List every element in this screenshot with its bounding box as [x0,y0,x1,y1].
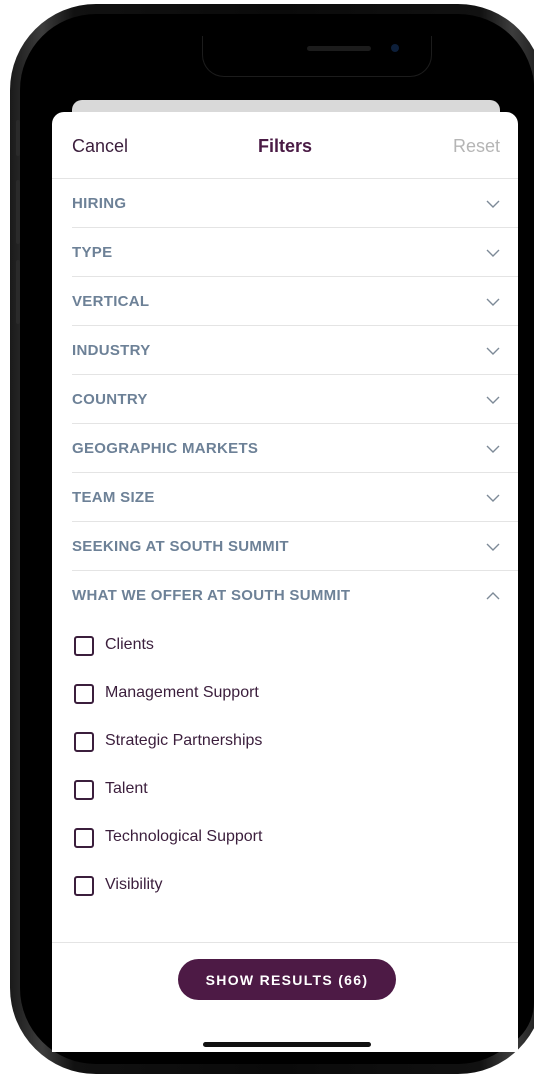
chevron-down-icon[interactable] [486,197,500,211]
filter-row[interactable]: COUNTRY [72,375,518,424]
filter-label: TYPE [72,244,113,261]
filter-row[interactable]: VERTICAL [72,277,518,326]
filter-label: HIRING [72,195,127,212]
filter-row[interactable]: HIRING [72,179,518,228]
reset-button[interactable]: Reset [453,136,500,157]
checkbox[interactable] [74,732,94,752]
checkbox[interactable] [74,780,94,800]
filter-label: WHAT WE OFFER AT SOUTH SUMMIT [72,587,351,604]
footer-divider [52,942,518,943]
option-label: Visibility [105,876,163,893]
filter-row[interactable]: TYPE [72,228,518,277]
option-label: Technological Support [105,828,263,845]
chevron-down-icon[interactable] [486,344,500,358]
filters-sheet: Cancel Filters Reset HIRING TYPE VERTICAL I… [52,112,518,1052]
chevron-down-icon[interactable] [486,491,500,505]
chevron-down-icon[interactable] [486,393,500,407]
filter-row[interactable]: GEOGRAPHIC MARKETS [72,424,518,473]
checkbox[interactable] [74,876,94,896]
front-camera [391,44,399,52]
filter-row[interactable]: INDUSTRY [72,326,518,375]
option-label: Talent [105,780,148,797]
filter-row[interactable]: TEAM SIZE [72,473,518,522]
filter-label: GEOGRAPHIC MARKETS [72,440,259,457]
filter-row[interactable]: SEEKING AT SOUTH SUMMIT [72,522,518,571]
checkbox[interactable] [74,636,94,656]
chevron-down-icon[interactable] [486,295,500,309]
home-indicator[interactable] [203,1042,371,1047]
option-label: Management Support [105,684,259,701]
filter-label: TEAM SIZE [72,489,155,506]
option-label: Strategic Partnerships [105,732,263,749]
checkbox[interactable] [74,828,94,848]
filter-row[interactable]: WHAT WE OFFER AT SOUTH SUMMIT [72,571,518,620]
filter-label: SEEKING AT SOUTH SUMMIT [72,538,289,555]
chevron-down-icon[interactable] [486,442,500,456]
filter-label: VERTICAL [72,293,150,310]
filter-label: INDUSTRY [72,342,151,359]
checkbox[interactable] [74,684,94,704]
chevron-up-icon[interactable] [486,589,500,603]
chevron-down-icon[interactable] [486,246,500,260]
filter-label: COUNTRY [72,391,148,408]
chevron-down-icon[interactable] [486,540,500,554]
speaker-grille [307,46,371,51]
page-title: Filters [257,136,313,156]
notch [202,36,432,77]
option-label: Clients [105,636,154,653]
show-results-button[interactable]: SHOW RESULTS (66) [178,959,396,1000]
sheet-header: Cancel Filters Reset [52,112,518,179]
